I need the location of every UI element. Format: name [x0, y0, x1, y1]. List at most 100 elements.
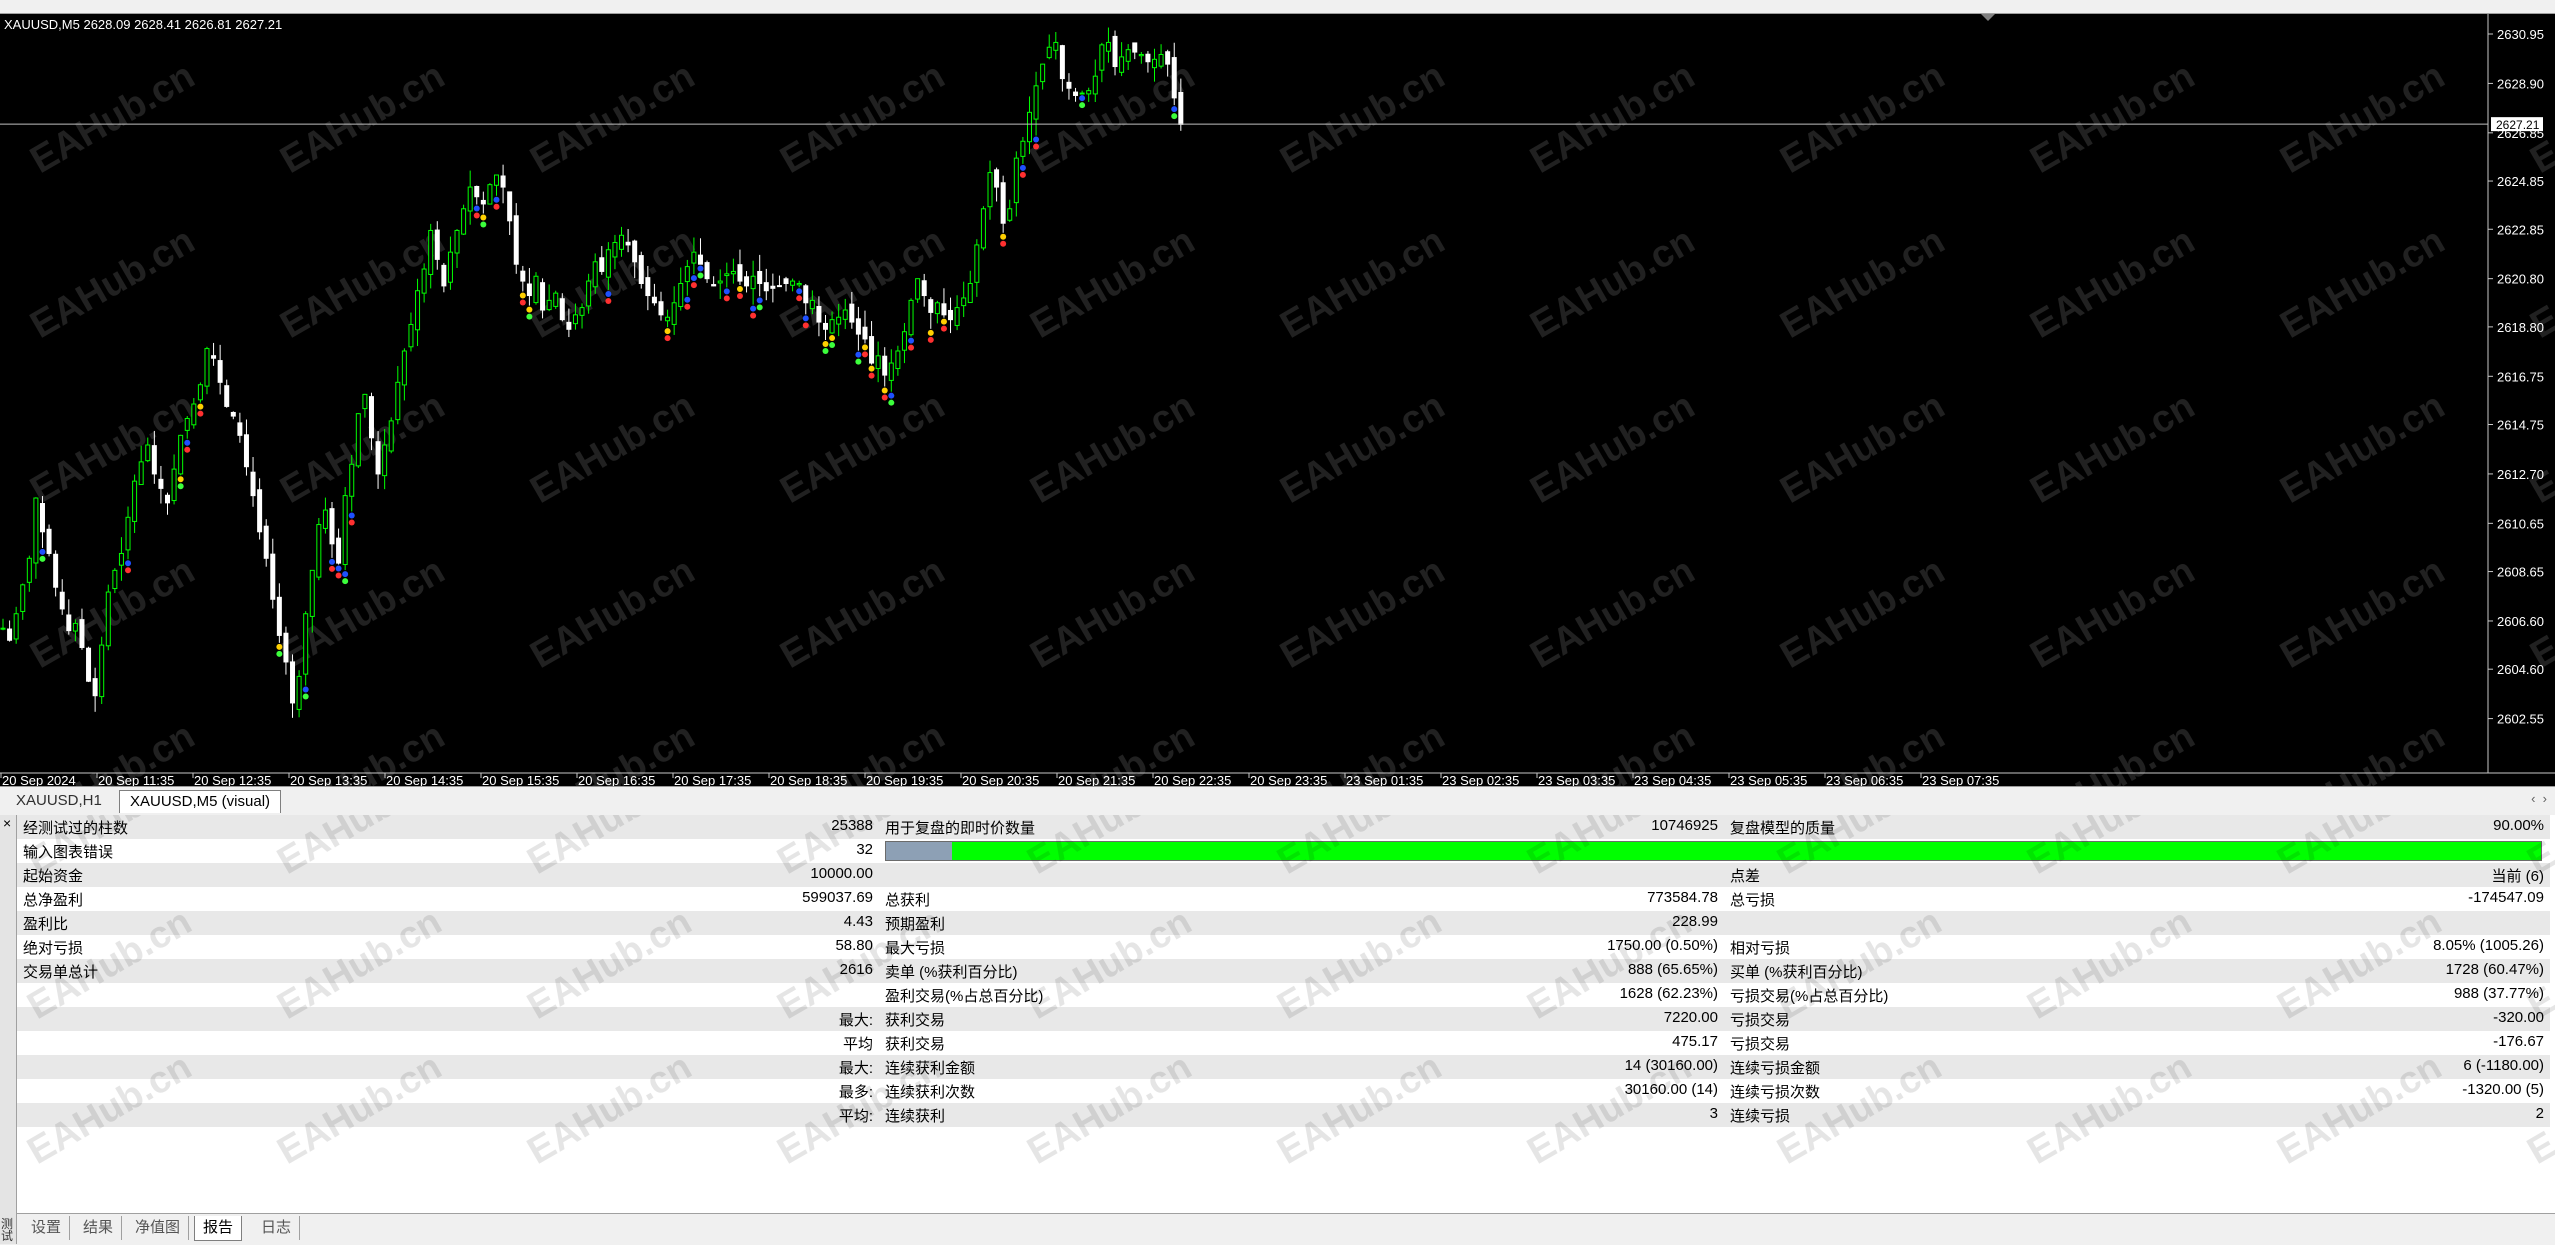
- candle-body: [1100, 45, 1104, 70]
- candle-body: [587, 281, 591, 306]
- chart-canvas: EAHub.cn EAHub.cn EAHub.cn EAHub.cn EAHub.cn…: [0, 14, 2555, 786]
- candle-body: [481, 200, 485, 204]
- report-label: 最大亏损: [879, 937, 1302, 958]
- candle-body: [139, 462, 143, 485]
- chart-shift-marker[interactable]: [1981, 14, 1995, 21]
- candle-body: [1080, 93, 1084, 94]
- trade-marker: [829, 342, 835, 348]
- report-label: 获利交易: [879, 1009, 1302, 1030]
- candle-body: [402, 351, 406, 385]
- candle-body: [495, 175, 499, 185]
- candle-body: [843, 310, 847, 319]
- watermark-text: EAHub.cn: [1024, 385, 1202, 512]
- candle-body: [981, 209, 985, 248]
- candle-body: [666, 317, 670, 320]
- candle-body: [21, 585, 25, 612]
- report-row: 平均获利交易475.17亏损交易-176.67: [17, 1031, 2550, 1055]
- time-tick-label: 20 Sep 2024: [2, 773, 76, 786]
- close-icon[interactable]: ×: [3, 815, 11, 831]
- candle-body: [448, 252, 452, 282]
- tab-report[interactable]: 报告: [194, 1216, 242, 1241]
- report-value: 988 (37.77%): [2137, 985, 2550, 1006]
- candle-body: [698, 255, 702, 264]
- candle-body: [1067, 82, 1071, 88]
- trade-marker: [1000, 234, 1006, 240]
- price-tick-label: 2630.95: [2497, 27, 2544, 42]
- candle-body: [185, 418, 189, 430]
- watermark-text: EAHub.cn: [24, 220, 202, 347]
- candle-body: [1179, 92, 1183, 124]
- tab-results[interactable]: 结果: [75, 1216, 122, 1240]
- candle-body: [784, 279, 788, 284]
- trade-marker: [869, 366, 875, 372]
- candle-body: [1126, 50, 1130, 62]
- tab-equity-graph[interactable]: 净值图: [127, 1216, 189, 1240]
- time-tick-label: 20 Sep 20:35: [962, 773, 1039, 786]
- watermark-text: EAHub.cn: [2274, 385, 2452, 512]
- candle-body: [126, 517, 130, 550]
- tabs-scroll-arrows[interactable]: ‹ ›: [2531, 791, 2547, 806]
- candle-body: [27, 558, 31, 582]
- price-tick-label: 2618.80: [2497, 320, 2544, 335]
- candle-body: [396, 382, 400, 419]
- tab-xauusd-h1[interactable]: XAUUSD,H1: [6, 790, 112, 812]
- report-label: 连续获利次数: [879, 1081, 1302, 1102]
- candle-body: [626, 242, 630, 245]
- candle-body: [902, 332, 906, 351]
- report-label: [17, 1057, 448, 1078]
- candle-body: [323, 510, 327, 528]
- candle-body: [310, 570, 314, 616]
- price-tick-label: 2608.65: [2497, 565, 2544, 580]
- report-value: 10000.00: [448, 865, 879, 886]
- trade-marker: [684, 297, 690, 303]
- report-label: [17, 1081, 448, 1102]
- toolbar-button[interactable]: [60, 1, 74, 11]
- candle-body: [435, 230, 439, 259]
- candle-body: [416, 291, 420, 330]
- toolbar-button[interactable]: [0, 1, 14, 11]
- tab-xauusd-m5-visual[interactable]: XAUUSD,M5 (visual): [119, 790, 281, 813]
- report-label: 亏损交易: [1724, 1009, 2137, 1030]
- report-value: 32: [448, 841, 879, 862]
- candle-body: [297, 676, 301, 709]
- candle-body: [718, 281, 722, 283]
- candle-body: [797, 283, 801, 284]
- trade-marker: [474, 206, 480, 212]
- report-value: 最大:: [448, 1057, 879, 1078]
- tab-settings[interactable]: 设置: [23, 1216, 70, 1240]
- candle-body: [1106, 42, 1110, 51]
- candle-body: [639, 256, 643, 284]
- candle-body: [271, 554, 275, 599]
- watermark-text: EAHub.cn: [1774, 385, 1952, 512]
- candle-body: [593, 262, 597, 287]
- price-tick-label: 2602.55: [2497, 712, 2544, 727]
- toolbar-button[interactable]: [30, 1, 44, 11]
- candle-body: [152, 446, 156, 474]
- time-tick-label: 23 Sep 04:35: [1634, 773, 1711, 786]
- candle-body: [330, 509, 334, 544]
- report-value: -174547.09: [2137, 889, 2550, 910]
- trade-marker: [869, 373, 875, 379]
- watermark-text: EAHub.cn: [1274, 55, 1452, 182]
- time-tick-label: 23 Sep 05:35: [1730, 773, 1807, 786]
- candle-body: [830, 320, 834, 333]
- candle-body: [652, 297, 656, 303]
- candle-body: [475, 186, 479, 196]
- tab-journal[interactable]: 日志: [253, 1216, 300, 1240]
- candle-body: [995, 170, 999, 187]
- candle-body: [1034, 86, 1038, 119]
- report-row: 盈利交易(%占总百分比)1628 (62.23%)亏损交易(%占总百分比)988…: [17, 983, 2550, 1007]
- candle-body: [863, 327, 867, 339]
- price-tick-label: 2610.65: [2497, 516, 2544, 531]
- report-value: 599037.69: [448, 889, 879, 910]
- trade-marker: [888, 400, 894, 406]
- trade-marker: [1171, 113, 1177, 119]
- candle-body: [179, 435, 183, 474]
- report-panel: 经测试过的柱数25388用于复盘的即时价数量10746925复盘模型的质量90.…: [17, 815, 2555, 1213]
- report-value: 888 (65.65%): [1302, 961, 1725, 982]
- trade-marker: [342, 578, 348, 584]
- candle-body: [1047, 47, 1051, 57]
- price-chart[interactable]: EAHub.cn EAHub.cn EAHub.cn EAHub.cn EAHub.cn…: [0, 14, 2555, 786]
- trade-marker: [1020, 172, 1026, 178]
- watermark-text: EAHub.cn: [1274, 385, 1452, 512]
